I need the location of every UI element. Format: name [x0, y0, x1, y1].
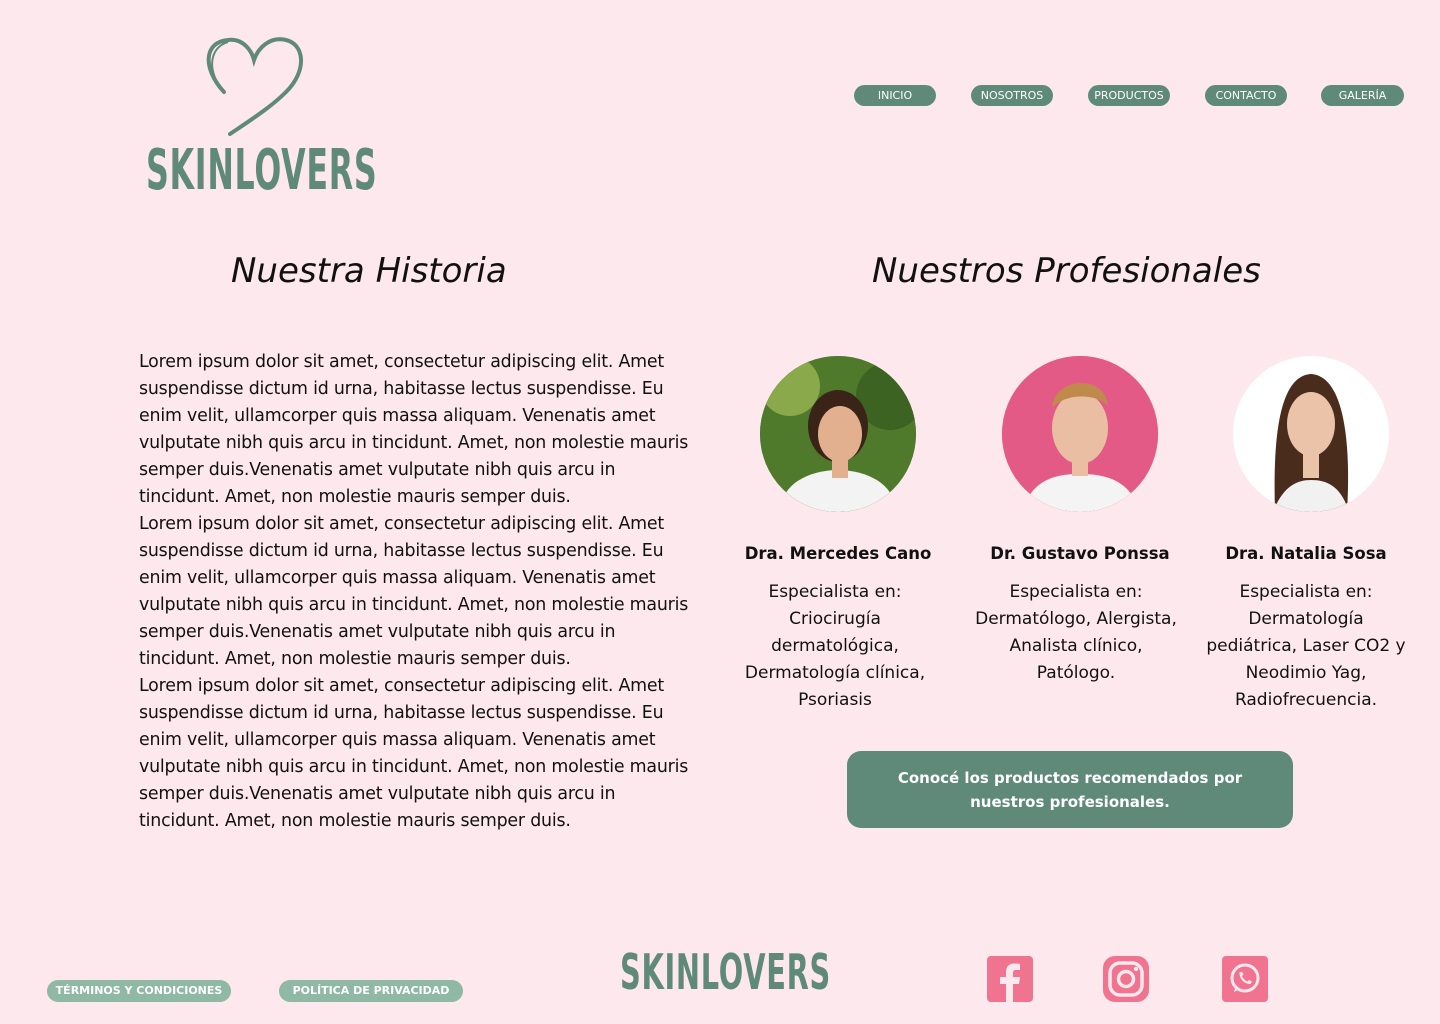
avatar — [760, 356, 916, 512]
professionals-title: Nuestros Profesionales — [872, 251, 1261, 291]
professional-card: Dra. Natalia Sosa Especialista en: Derma… — [1206, 356, 1406, 714]
cta-label: Conocé los productos recomendados por nu… — [897, 768, 1243, 811]
recommended-products-button[interactable]: Conocé los productos recomendados por nu… — [847, 751, 1293, 828]
privacy-link[interactable]: POLÍTICA DE PRIVACIDAD — [279, 980, 463, 1002]
nav-contacto[interactable]: CONTACTO — [1205, 85, 1287, 106]
professional-card: Dra. Mercedes Cano Especialista en: Crio… — [738, 356, 938, 714]
brand-wordmark: SKINLOVERS — [146, 138, 378, 204]
portrait-photo — [1233, 356, 1389, 512]
nav-nosotros[interactable]: NOSOTROS — [971, 85, 1053, 106]
main-nav: INICIO NOSOTROS PRODUCTOS CONTACTO GALER… — [0, 85, 1440, 107]
professional-name: Dr. Gustavo Ponssa — [990, 544, 1170, 563]
story-paragraph: Lorem ipsum dolor sit amet, consectetur … — [139, 352, 689, 507]
portrait-photo — [760, 356, 916, 512]
story-text: Lorem ipsum dolor sit amet, consectetur … — [139, 349, 699, 835]
story-title: Nuestra Historia — [231, 251, 507, 291]
facebook-icon[interactable] — [987, 956, 1033, 1002]
logo[interactable]: SKINLOVERS — [140, 34, 377, 204]
professional-specialty: Especialista en: Dermatología pediátrica… — [1206, 582, 1406, 710]
professional-name: Dra. Mercedes Cano — [744, 544, 932, 563]
portrait-photo — [1002, 356, 1158, 512]
story-paragraph: Lorem ipsum dolor sit amet, consectetur … — [139, 514, 689, 669]
professional-specialty: Especialista en: Criocirugía dermatológi… — [744, 582, 926, 710]
story-paragraph: Lorem ipsum dolor sit amet, consectetur … — [139, 676, 689, 831]
nav-inicio[interactable]: INICIO — [854, 85, 936, 106]
professional-card: Dr. Gustavo Ponssa Especialista en: Derm… — [975, 356, 1180, 687]
whatsapp-icon[interactable] — [1222, 956, 1268, 1002]
professional-specialty: Especialista en: Dermatólogo, Alergista,… — [975, 582, 1177, 683]
avatar — [1002, 356, 1158, 512]
nav-productos[interactable]: PRODUCTOS — [1088, 85, 1170, 106]
terms-link[interactable]: TÉRMINOS Y CONDICIONES — [47, 980, 231, 1002]
professional-name: Dra. Natalia Sosa — [1225, 544, 1387, 563]
nav-galeria[interactable]: GALERÍA — [1321, 85, 1404, 106]
footer-brand-wordmark: SKINLOVERS — [620, 945, 831, 1002]
avatar — [1233, 356, 1389, 512]
instagram-icon[interactable] — [1103, 956, 1149, 1002]
